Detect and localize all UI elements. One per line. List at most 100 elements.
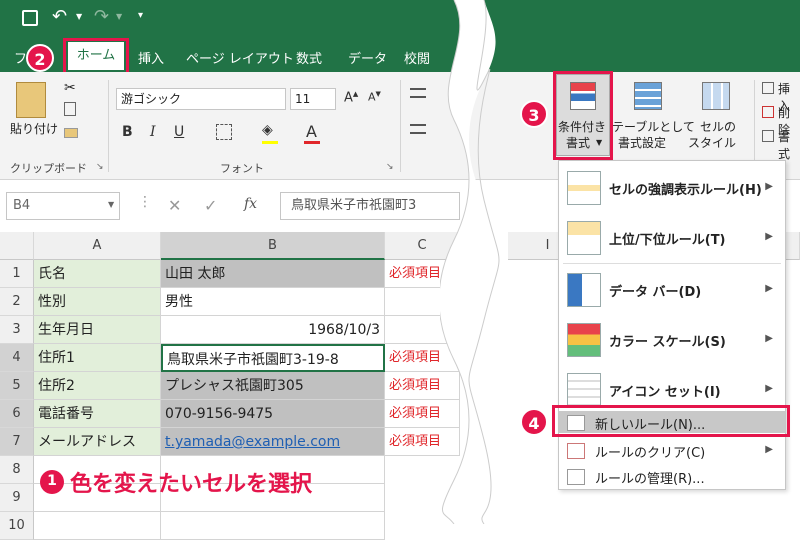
align-top-icon[interactable] [410, 88, 426, 98]
column-header-b[interactable]: B [161, 232, 385, 260]
row-header[interactable]: 3 [0, 316, 34, 344]
title-bar: ↶ ▼ ↷ ▼ ▾ [0, 0, 800, 40]
tab-page-layout[interactable]: ページ レイアウト [186, 48, 294, 67]
name-box-dropdown-icon[interactable]: ▼ [108, 200, 114, 209]
row-header[interactable]: 1 [0, 260, 34, 288]
copy-icon[interactable] [64, 102, 76, 116]
tab-review[interactable]: 校閲 [404, 48, 430, 67]
delete-cells-icon[interactable] [762, 106, 774, 118]
cell-b6[interactable]: 070-9156-9475 [161, 400, 385, 428]
formula-input[interactable]: 鳥取県米子市祇園町3 [280, 192, 460, 220]
italic-button[interactable]: I [150, 124, 156, 140]
customize-qat-icon[interactable]: ▾ [138, 10, 143, 21]
shrink-font-icon[interactable]: A▼ [368, 90, 381, 104]
format-cells-icon[interactable] [762, 130, 774, 142]
row-header[interactable]: 6 [0, 400, 34, 428]
row-header[interactable]: 4 [0, 344, 34, 372]
top-bottom-rules-icon [567, 221, 601, 255]
cond-format-highlight [553, 71, 613, 160]
tab-data[interactable]: データ [348, 48, 387, 67]
name-box[interactable]: B4 [6, 192, 120, 220]
undo-icon[interactable]: ↶ [52, 6, 67, 27]
cancel-entry-icon[interactable]: ✕ [168, 196, 181, 215]
menu-item-label: ルールのクリア(C) [595, 446, 706, 461]
row-header[interactable]: 10 [0, 512, 34, 540]
menu-item-color-scales[interactable]: カラー スケール(S) ▶ [559, 317, 785, 363]
insert-cells-icon[interactable] [762, 82, 774, 94]
cell-b3[interactable]: 1968/10/3 [161, 316, 385, 344]
row-header[interactable]: 9 [0, 484, 34, 512]
cell-styles-label-2[interactable]: スタイル [688, 134, 736, 151]
row-header[interactable]: 2 [0, 288, 34, 316]
font-launcher-icon[interactable]: ↘ [386, 162, 394, 172]
font-group-label: フォント [220, 162, 264, 175]
cell-b5[interactable]: プレシャス祇園町305 [161, 372, 385, 400]
menu-item-highlight-rules[interactable]: セルの強調表示ルール(H) ▶ [559, 165, 785, 211]
borders-icon[interactable] [216, 124, 232, 140]
tab-formulas[interactable]: 数式 [296, 48, 322, 67]
fill-color-swatch [262, 141, 278, 144]
menu-item-clear-rules[interactable]: ルールのクリア(C) ▶ [559, 439, 785, 461]
color-scales-icon [567, 323, 601, 357]
undo-dropdown-icon[interactable]: ▼ [76, 12, 82, 21]
step-badge-2: 2 [26, 44, 54, 72]
confirm-entry-icon[interactable]: ✓ [204, 196, 217, 215]
menu-item-manage-rules[interactable]: ルールの管理(R)... [559, 465, 785, 487]
tab-home-highlight [63, 38, 129, 75]
clipboard-launcher-icon[interactable]: ↘ [96, 162, 104, 172]
cell-styles-icon[interactable] [702, 82, 730, 110]
cut-icon[interactable]: ✂ [64, 80, 76, 96]
cell-a10[interactable] [34, 512, 161, 540]
submenu-arrow-icon: ▶ [765, 231, 773, 242]
paste-icon[interactable] [16, 82, 46, 118]
clipboard-group-label: クリップボード [10, 162, 87, 175]
select-all-corner[interactable] [0, 232, 34, 260]
insert-function-icon[interactable]: fx [244, 196, 257, 212]
format-cells-label[interactable]: 書式 [778, 128, 800, 162]
menu-item-label: カラー スケール(S) [609, 335, 726, 350]
cell-a3[interactable]: 生年月日 [34, 316, 161, 344]
cell-b1[interactable]: 山田 太郎 [161, 260, 385, 288]
step-badge-4: 4 [520, 408, 548, 436]
menu-item-label: ルールの管理(R)... [595, 472, 705, 487]
cell-b2[interactable]: 男性 [161, 288, 385, 316]
bold-button[interactable]: B [122, 124, 133, 140]
formula-more-icon[interactable]: ⋮ [138, 194, 152, 210]
cell-styles-label-1[interactable]: セルの [700, 118, 736, 135]
save-icon[interactable] [22, 10, 38, 26]
cell-a2[interactable]: 性別 [34, 288, 161, 316]
format-painter-icon[interactable] [64, 128, 78, 138]
align-left-icon[interactable] [410, 124, 426, 134]
paste-button-label[interactable]: 貼り付け [10, 120, 58, 137]
menu-item-top-bottom-rules[interactable]: 上位/下位ルール(T) ▶ [559, 215, 785, 261]
grow-font-icon[interactable]: A▲ [344, 90, 358, 105]
ribbon-divider [754, 80, 755, 172]
cell-a7[interactable]: メールアドレス [34, 428, 161, 456]
icon-sets-icon [567, 373, 601, 407]
redo-icon[interactable]: ↷ [94, 6, 109, 27]
cell-a1[interactable]: 氏名 [34, 260, 161, 288]
cell-b10[interactable] [161, 512, 385, 540]
row-header[interactable]: 8 [0, 456, 34, 484]
format-as-table-label-2[interactable]: 書式設定 [618, 134, 666, 151]
cell-a4[interactable]: 住所1 [34, 344, 161, 372]
fill-color-icon[interactable]: ◈ [262, 122, 273, 138]
underline-button[interactable]: U [174, 124, 184, 140]
highlight-rules-icon [567, 171, 601, 205]
menu-item-data-bars[interactable]: データ バー(D) ▶ [559, 267, 785, 313]
column-header-a[interactable]: A [34, 232, 161, 260]
cell-b4[interactable]: 鳥取県米子市祇園町3-19-8 [161, 344, 385, 372]
row-header[interactable]: 7 [0, 428, 34, 456]
font-color-button[interactable]: A [306, 122, 317, 141]
redo-dropdown-icon[interactable]: ▼ [116, 12, 122, 21]
cell-a6[interactable]: 電話番号 [34, 400, 161, 428]
tab-insert[interactable]: 挿入 [138, 48, 164, 67]
font-name-box[interactable]: 游ゴシック [116, 88, 286, 110]
submenu-arrow-icon: ▶ [765, 333, 773, 344]
format-as-table-icon[interactable] [634, 82, 662, 110]
format-as-table-label-1[interactable]: テーブルとして [612, 118, 695, 135]
cell-a5[interactable]: 住所2 [34, 372, 161, 400]
font-size-box[interactable]: 11 [290, 88, 336, 110]
cell-b7[interactable]: t.yamada@example.com [161, 428, 385, 456]
row-header[interactable]: 5 [0, 372, 34, 400]
